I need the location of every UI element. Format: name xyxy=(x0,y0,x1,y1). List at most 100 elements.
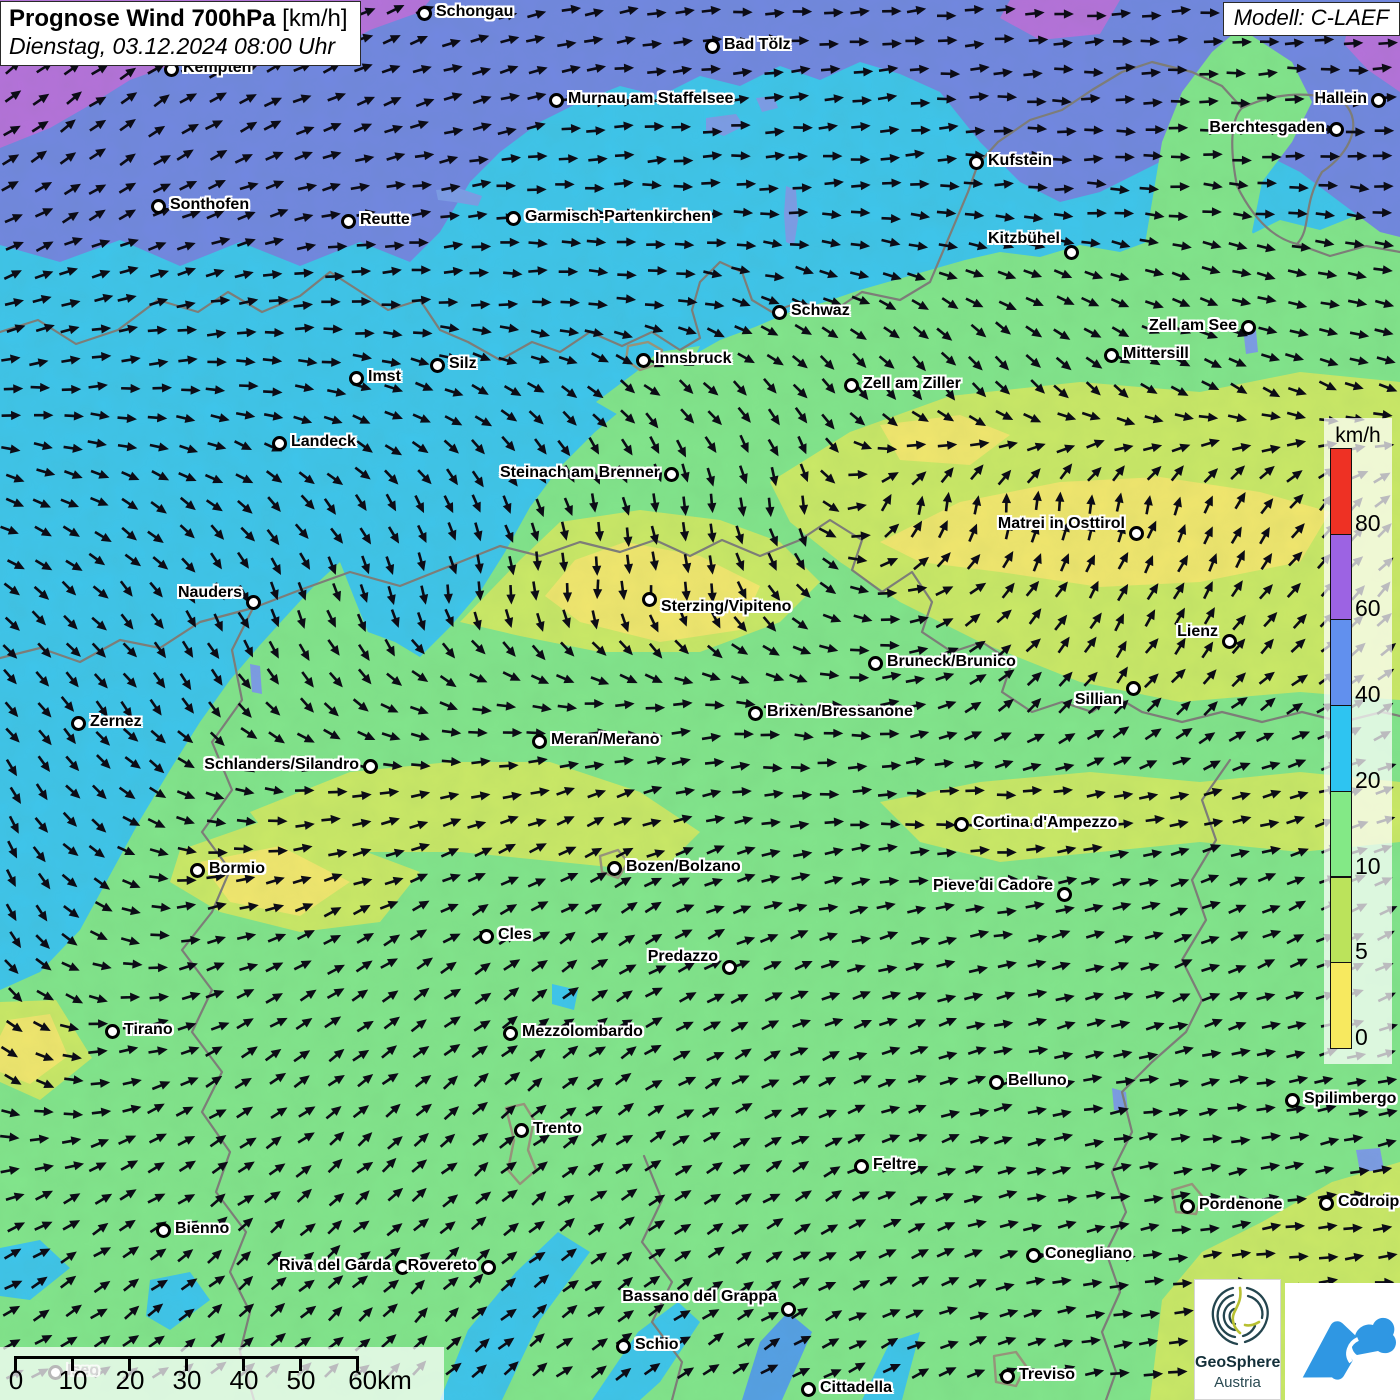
city-label: Cles xyxy=(498,926,532,944)
city-label: Mezzolombardo xyxy=(522,1023,643,1041)
city-marker xyxy=(1222,634,1237,649)
city-marker xyxy=(514,1123,529,1138)
city-marker xyxy=(1371,93,1386,108)
city-label: Feltre xyxy=(873,1156,917,1174)
legend: km/h 806040201050 xyxy=(1324,418,1392,1064)
city-label: Bruneck/Brunico xyxy=(887,653,1016,671)
city-label: Spilimbergo xyxy=(1304,1090,1396,1108)
weather-map: SchongauBad TölzKemptenMurnau am Staffel… xyxy=(0,0,1400,1400)
city-marker xyxy=(417,6,432,21)
city-marker xyxy=(272,436,287,451)
title-box: Prognose Wind 700hPa [km/h] Dienstag, 03… xyxy=(0,1,361,66)
scale-bar-label: 60km xyxy=(348,1365,412,1396)
city-marker xyxy=(1126,681,1141,696)
city-label: Cittadella xyxy=(820,1379,892,1397)
city-label: Trento xyxy=(533,1120,582,1138)
city-label: Rovereto xyxy=(408,1257,477,1275)
city-label: Zell am Ziller xyxy=(863,375,961,393)
legend-color-segment xyxy=(1330,534,1352,621)
scale-bar-label: 40 xyxy=(230,1365,259,1396)
city-label: Lienz xyxy=(1177,623,1218,641)
scale-bar-label: 0 xyxy=(9,1365,23,1396)
city-marker xyxy=(616,1339,631,1354)
city-marker xyxy=(748,706,763,721)
legend-color-segment xyxy=(1330,448,1352,535)
city-marker xyxy=(479,929,494,944)
city-marker xyxy=(1180,1199,1195,1214)
city-label: Conegliano xyxy=(1045,1245,1132,1263)
city-marker xyxy=(246,595,261,610)
city-label: Landeck xyxy=(291,433,356,451)
city-marker xyxy=(1329,122,1344,137)
legend-tick-label: 60 xyxy=(1355,595,1381,622)
city-marker xyxy=(190,863,205,878)
city-marker xyxy=(1319,1196,1334,1211)
legend-tick-label: 20 xyxy=(1355,767,1381,794)
city-marker xyxy=(506,211,521,226)
city-label: Zernez xyxy=(90,713,142,731)
city-marker xyxy=(549,93,564,108)
city-marker xyxy=(349,371,364,386)
city-marker xyxy=(854,1159,869,1174)
city-marker xyxy=(156,1223,171,1238)
legend-tick-label: 10 xyxy=(1355,853,1381,880)
city-marker xyxy=(781,1302,796,1317)
scale-bar: 0102030405060km xyxy=(0,1347,444,1400)
city-label: Belluno xyxy=(1008,1072,1067,1090)
geosphere-org-name: GeoSphere xyxy=(1195,1354,1280,1372)
city-label: Sterzing/Vipiteno xyxy=(661,598,791,616)
geosphere-country: Austria xyxy=(1195,1374,1280,1391)
city-marker xyxy=(954,817,969,832)
city-label: Hallein xyxy=(1315,90,1367,108)
city-marker xyxy=(1285,1093,1300,1108)
city-label: Treviso xyxy=(1019,1366,1075,1384)
city-marker xyxy=(1000,1369,1015,1384)
city-label: Cortina d'Ampezzo xyxy=(973,814,1117,832)
city-label: Sonthofen xyxy=(170,196,249,214)
mountain-cloud-logo-box xyxy=(1285,1283,1400,1400)
city-label: Schio xyxy=(635,1336,679,1354)
city-marker xyxy=(71,716,86,731)
city-label: Sillian xyxy=(1075,691,1122,709)
page-title: Prognose Wind 700hPa [km/h] xyxy=(9,5,348,33)
legend-title: km/h xyxy=(1324,424,1392,448)
city-label: Kitzbühel xyxy=(988,230,1060,248)
city-label: Mittersill xyxy=(1123,345,1189,363)
city-label: Garmisch-Partenkirchen xyxy=(525,208,711,226)
city-marker xyxy=(801,1382,816,1397)
city-marker xyxy=(607,861,622,876)
city-marker xyxy=(481,1260,496,1275)
city-label: Pordenone xyxy=(1199,1196,1283,1214)
city-label: Schlanders/Silandro xyxy=(204,756,359,774)
title-unit: [km/h] xyxy=(276,5,348,32)
city-marker xyxy=(989,1075,1004,1090)
scale-bar-label: 30 xyxy=(173,1365,202,1396)
city-label: Murnau am Staffelsee xyxy=(568,90,733,108)
city-marker xyxy=(1129,526,1144,541)
city-marker xyxy=(1026,1248,1041,1263)
forecast-datetime: Dienstag, 03.12.2024 08:00 Uhr xyxy=(9,33,348,60)
city-marker xyxy=(1241,320,1256,335)
legend-color-segment xyxy=(1330,877,1352,964)
city-label: Bormio xyxy=(209,860,265,878)
city-label: Zell am See xyxy=(1149,317,1237,335)
model-label: Modell: C-LAEF xyxy=(1223,2,1400,36)
city-label: Steinach am Brenner xyxy=(500,464,660,482)
title-parameter: Prognose Wind 700hPa xyxy=(9,5,276,32)
legend-color-segment xyxy=(1330,705,1352,792)
city-marker xyxy=(341,214,356,229)
city-marker xyxy=(772,305,787,320)
city-label: Pieve di Cadore xyxy=(933,877,1053,895)
city-marker xyxy=(1104,348,1119,363)
city-marker xyxy=(642,592,657,607)
legend-color-segment xyxy=(1330,619,1352,706)
city-label: Matrei in Osttirol xyxy=(998,515,1125,533)
city-label: Bozen/Bolzano xyxy=(626,858,741,876)
city-label: Predazzo xyxy=(648,948,718,966)
legend-color-segment xyxy=(1330,962,1352,1049)
city-marker xyxy=(503,1026,518,1041)
city-label: Tirano xyxy=(124,1021,173,1039)
city-marker xyxy=(532,734,547,749)
legend-tick-label: 0 xyxy=(1355,1024,1368,1051)
geosphere-contour-icon xyxy=(1207,1284,1271,1354)
